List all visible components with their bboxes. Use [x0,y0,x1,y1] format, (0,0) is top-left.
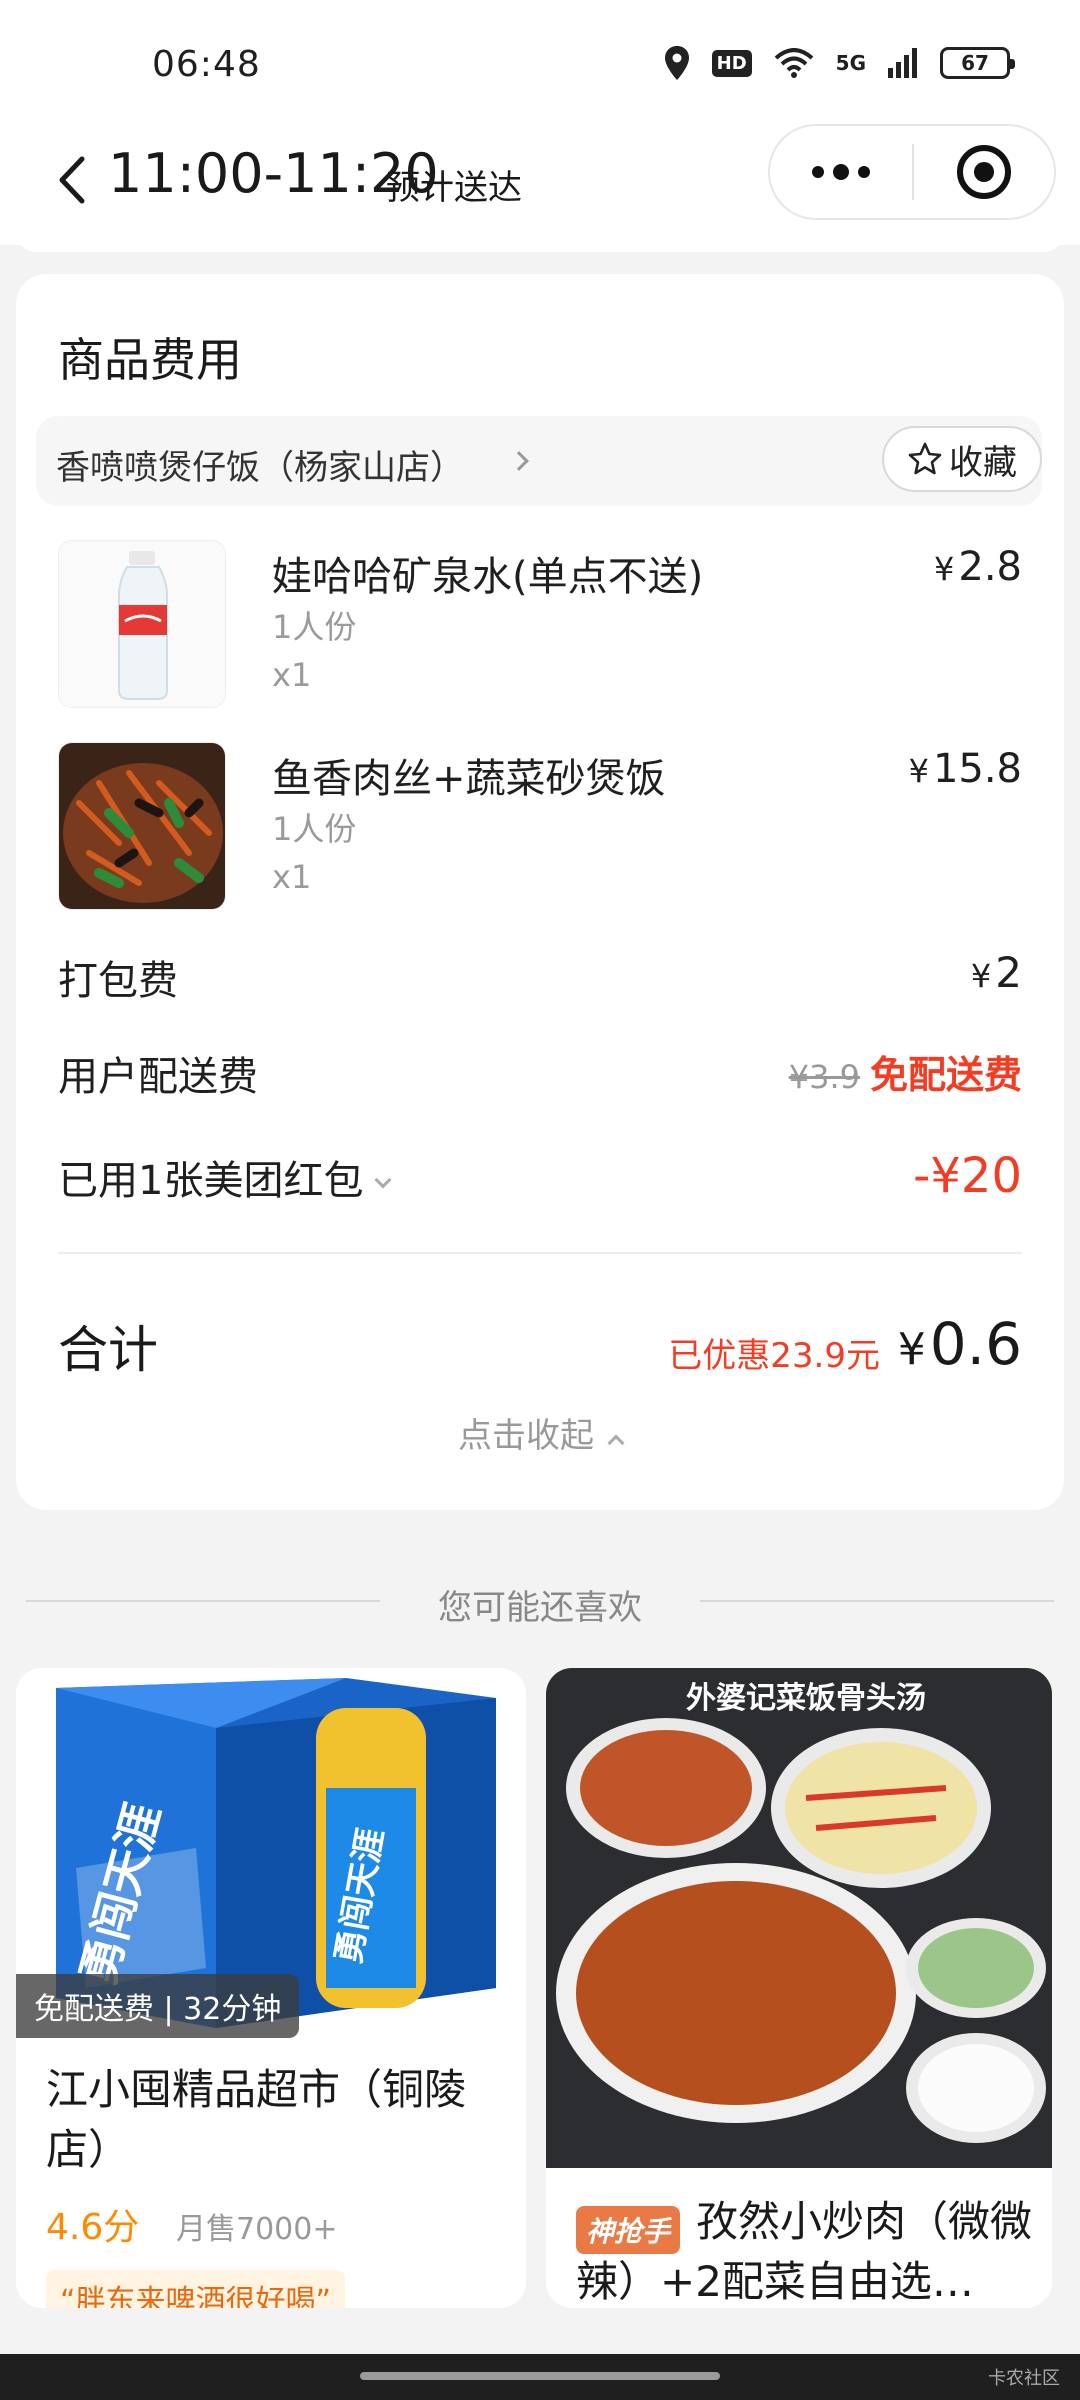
item-price: ¥2.8 [934,544,1022,590]
more-dot-icon [833,164,849,180]
target-icon [956,145,1011,199]
more-button[interactable] [770,126,912,218]
delivery-fee-label: 用户配送费 [58,1054,258,1100]
total-discount: 已优惠23.9元 [668,1336,880,1376]
fee-card: 商品费用 香喷喷煲仔饭（杨家山店） 收藏 娃哈哈矿泉水(单点不送) 1人份 x1… [16,274,1064,1510]
item-portion: 1人份 [272,810,357,848]
divider [700,1600,1054,1602]
collapse-button[interactable]: 点击收起 [16,1408,1064,1457]
free-delivery-label: 免配送费 [869,1053,1022,1097]
recommendations-title: 您可能还喜欢 [438,1588,642,1628]
delivery-fee-value: ¥3.9 免配送费 [789,1044,1022,1099]
item-portion: 1人份 [272,608,357,646]
chevron-up-icon [607,1434,625,1452]
signal-icon [888,48,917,78]
battery-icon: 67 [940,47,1015,79]
previous-card-edge [16,232,1064,252]
home-indicator[interactable] [360,2372,720,2380]
total-label: 合计 [58,1321,158,1379]
chevron-down-icon [374,1171,392,1189]
wifi-icon [774,48,813,78]
location-icon [664,46,689,80]
network-type: 5G [835,51,866,75]
packing-fee-label: 打包费 [58,958,178,1004]
item-name: 娃哈哈矿泉水(单点不送) [272,554,704,600]
dish-image [58,742,226,910]
total-amount: ¥0.6 [897,1310,1022,1378]
water-bottle-image [58,540,226,708]
item-quantity: x1 [272,858,312,896]
miniprogram-capsule [768,124,1056,220]
store-name[interactable]: 香喷喷煲仔饭（杨家山店） [56,440,464,489]
store-name: 江小囤精品超市（铜陵店） [46,2065,467,2174]
hd-icon: HD [711,49,752,77]
delivery-tag: 免配送费 | 32分钟 [16,1974,300,2038]
fee-card-title: 商品费用 [58,333,242,387]
status-icons: HD 5G 67 [664,46,1015,80]
favorite-button[interactable]: 收藏 [882,426,1042,492]
recommendations-header: 您可能还喜欢 [0,1580,1080,1630]
item-quantity: x1 [272,656,312,694]
svg-text:外婆记菜饭骨头汤: 外婆记菜饭骨头汤 [686,1681,926,1716]
delivery-time-caption: 预计送达 [386,168,522,208]
favorite-label: 收藏 [949,442,1017,483]
bottom-bar: 卡农社区 [0,2354,1080,2400]
recommendation-card[interactable]: 外婆记菜饭骨头汤 神抢手 孜然小炒肉（微微辣）+2配菜自由选… [546,1668,1052,2308]
food-image: 外婆记菜饭骨头汤 [546,1668,1052,2168]
packing-fee-row: 打包费 ¥2 [58,948,1022,1008]
coupon-label[interactable]: 已用1张美团红包 [58,1148,392,1206]
item-price: ¥15.8 [908,746,1022,792]
coupon-value: -¥20 [913,1148,1022,1204]
star-icon [908,442,942,475]
nav-bar: 11:00-11:20 预计送达 [0,120,1080,245]
order-item: 娃哈哈矿泉水(单点不送) 1人份 x1 ¥2.8 [58,540,1022,710]
order-item: 鱼香肉丝+蔬菜砂煲饭 1人份 x1 ¥15.8 [58,742,1022,912]
packing-fee-value: ¥2 [970,948,1022,997]
watermark: 卡农社区 [988,2368,1060,2389]
divider [58,1252,1022,1254]
item-name: 鱼香肉丝+蔬菜砂煲饭 [272,756,666,802]
recommendation-card[interactable]: 勇闯天涯 勇闯天涯 免配送费 | 32分钟 江小囤精品超市（铜陵店） 4.6分 … [16,1668,526,2308]
chevron-right-icon [509,451,529,471]
back-arrow-icon [59,156,85,204]
more-dot-icon [812,166,824,178]
dish-name: 孜然小炒肉（微微辣）+2配菜自由选… [576,2197,1033,2306]
close-miniprogram-button[interactable] [914,126,1054,218]
back-button[interactable] [56,150,106,210]
coupon-row[interactable]: 已用1张美团红包 -¥20 [58,1148,1022,1208]
monthly-sales: 月售7000+ [176,2212,338,2247]
store-rating: 4.6分 [46,2207,140,2248]
original-delivery-fee: ¥3.9 [788,1058,860,1096]
review-quote: “胖东来啤酒很好喝” [46,2270,346,2308]
delivery-fee-row: 用户配送费 ¥3.9 免配送费 [58,1044,1022,1104]
more-dot-icon [858,166,870,178]
status-bar: 06:48 HD 5G 67 [0,0,1080,120]
status-time: 06:48 [152,44,261,85]
store-row[interactable]: 香喷喷煲仔饭（杨家山店） 收藏 [36,416,1042,506]
